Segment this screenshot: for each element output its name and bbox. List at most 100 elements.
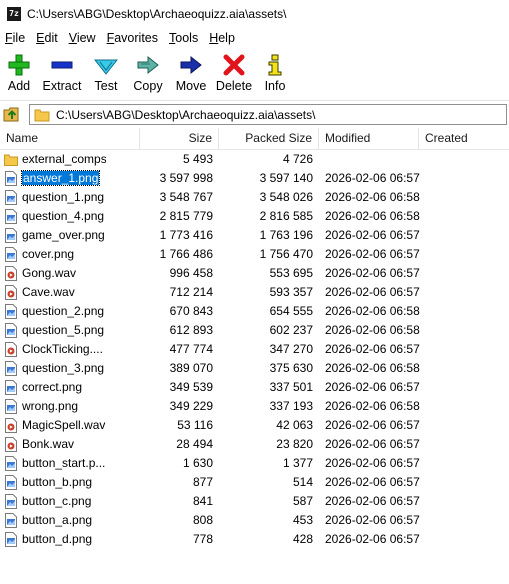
move-button[interactable]: Move: [170, 50, 212, 98]
table-row[interactable]: game_over.png 1 773 416 1 763 196 2026-02-0…: [0, 226, 509, 245]
file-name: button_a.png: [22, 513, 93, 527]
table-row[interactable]: button_c.png 841 587 2026-02-06 06:57: [0, 492, 509, 511]
column-packed-size[interactable]: Packed Size: [219, 128, 319, 149]
table-row[interactable]: button_start.p... 1 630 1 377 2026-02-06 06…: [0, 454, 509, 473]
file-packed-size: 593 357: [269, 285, 313, 299]
move-label: Move: [175, 79, 207, 93]
file-modified: [325, 150, 420, 169]
image-file-icon: [4, 494, 18, 509]
table-row[interactable]: question_5.png 612 893 602 237 2026-02-06 0…: [0, 321, 509, 340]
table-row[interactable]: external_comps 5 493 4 726: [0, 150, 509, 169]
table-row[interactable]: wrong.png 349 229 337 193 2026-02-06 06:58: [0, 397, 509, 416]
file-packed-size: 1 377: [282, 456, 313, 470]
file-name: question_2.png: [22, 304, 105, 318]
file-modified: 2026-02-06 06:57: [325, 247, 420, 261]
image-file-icon: [4, 380, 18, 395]
file-modified: 2026-02-06 06:57: [325, 342, 420, 356]
file-modified: 2026-02-06 06:58: [325, 304, 420, 318]
menu-favorites[interactable]: Favorites: [102, 31, 164, 45]
file-modified: 2026-02-06 06:57: [325, 494, 420, 508]
extract-label: Extract: [42, 79, 82, 93]
file-name: game_over.png: [22, 228, 105, 242]
table-row[interactable]: MagicSpell.wav 53 116 42 063 2026-02-06 06:…: [0, 416, 509, 435]
image-file-icon: [4, 532, 18, 547]
copy-arrow-icon: [137, 55, 159, 75]
test-button[interactable]: Test: [86, 50, 126, 98]
file-packed-size: 1 763 196: [259, 228, 313, 242]
folder-up-icon[interactable]: [3, 105, 21, 123]
path-text: C:\Users\ABG\Desktop\Archaeoquizz.aia\as…: [56, 107, 316, 122]
table-row[interactable]: correct.png 349 539 337 501 2026-02-06 06:5…: [0, 378, 509, 397]
file-name: Cave.wav: [22, 285, 75, 299]
table-row[interactable]: Cave.wav 712 214 593 357 2026-02-06 06:57: [0, 283, 509, 302]
file-name: ClockTicking....: [22, 342, 103, 356]
extract-button[interactable]: Extract: [38, 50, 86, 98]
file-list[interactable]: Name Size Packed Size Modified Created e…: [0, 128, 509, 584]
file-size: 612 893: [169, 323, 213, 337]
file-packed-size: 1 756 470: [259, 247, 313, 261]
file-modified: 2026-02-06 06:58: [325, 190, 420, 204]
file-name: cover.png: [22, 247, 75, 261]
menu-file[interactable]: File: [0, 31, 31, 45]
table-row[interactable]: button_b.png 877 514 2026-02-06 06:57: [0, 473, 509, 492]
file-packed-size: 4 726: [282, 152, 313, 166]
file-modified: 2026-02-06 06:57: [325, 266, 420, 280]
file-modified: 2026-02-06 06:57: [325, 475, 420, 489]
file-packed-size: 3 548 026: [259, 190, 313, 204]
copy-label: Copy: [133, 79, 163, 93]
file-packed-size: 347 270: [269, 342, 313, 356]
menu-help[interactable]: Help: [204, 31, 241, 45]
column-created[interactable]: Created: [419, 128, 509, 149]
file-name: button_b.png: [22, 475, 93, 489]
test-label: Test: [94, 79, 118, 93]
file-modified: 2026-02-06 06:57: [325, 532, 420, 546]
file-packed-size: 23 820: [276, 437, 313, 451]
path-input[interactable]: C:\Users\ABG\Desktop\Archaeoquizz.aia\as…: [29, 104, 507, 125]
table-row[interactable]: question_1.png 3 548 767 3 548 026 2026-02-…: [0, 188, 509, 207]
minus-icon: [51, 61, 73, 69]
file-packed-size: 2 816 585: [259, 209, 313, 223]
file-name: question_1.png: [22, 190, 105, 204]
file-modified: 2026-02-06 06:57: [325, 456, 420, 470]
menu-view[interactable]: View: [64, 31, 102, 45]
file-size: 808: [192, 513, 213, 527]
file-size: 877: [192, 475, 213, 489]
file-name: question_5.png: [22, 323, 105, 337]
menu-edit[interactable]: Edit: [31, 31, 64, 45]
file-modified: 2026-02-06 06:57: [325, 513, 420, 527]
info-label: Info: [264, 79, 286, 93]
delete-label: Delete: [215, 79, 253, 93]
table-row[interactable]: question_4.png 2 815 779 2 816 585 2026-02-…: [0, 207, 509, 226]
copy-button[interactable]: Copy: [126, 50, 170, 98]
file-packed-size: 337 501: [269, 380, 313, 394]
menu-tools[interactable]: Tools: [164, 31, 204, 45]
table-row[interactable]: question_3.png 389 070 375 630 2026-02-06 0…: [0, 359, 509, 378]
toolbar: Add Extract Test Copy Move Delete Info: [0, 50, 509, 98]
table-row[interactable]: button_a.png 808 453 2026-02-06 06:57: [0, 511, 509, 530]
add-button[interactable]: Add: [0, 50, 38, 98]
column-name[interactable]: Name: [0, 128, 140, 149]
delete-button[interactable]: Delete: [212, 50, 256, 98]
table-row[interactable]: Bonk.wav 28 494 23 820 2026-02-06 06:57: [0, 435, 509, 454]
menu-bar: File Edit View Favorites Tools Help: [0, 28, 509, 48]
file-size: 5 493: [182, 152, 213, 166]
plus-icon: [8, 54, 30, 76]
table-row[interactable]: Gong.wav 996 458 553 695 2026-02-06 06:57: [0, 264, 509, 283]
file-packed-size: 428: [292, 532, 313, 546]
info-button[interactable]: Info: [256, 50, 294, 98]
file-name: button_c.png: [22, 494, 92, 508]
add-label: Add: [7, 79, 31, 93]
table-row[interactable]: answer_1.png 3 597 998 3 597 140 2026-02-06…: [0, 169, 509, 188]
column-size[interactable]: Size: [140, 128, 219, 149]
7zip-logo-icon: 7z: [7, 7, 21, 21]
image-file-icon: [4, 513, 18, 528]
table-row[interactable]: cover.png 1 766 486 1 756 470 2026-02-06 06…: [0, 245, 509, 264]
table-row[interactable]: question_2.png 670 843 654 555 2026-02-06 0…: [0, 302, 509, 321]
file-packed-size: 553 695: [269, 266, 313, 280]
column-modified[interactable]: Modified: [319, 128, 419, 149]
table-row[interactable]: ClockTicking.... 477 774 347 270 2026-02-06…: [0, 340, 509, 359]
file-size: 778: [192, 532, 213, 546]
table-row[interactable]: button_d.png 778 428 2026-02-06 06:57: [0, 530, 509, 549]
file-size: 3 548 767: [159, 190, 213, 204]
image-file-icon: [4, 171, 18, 186]
